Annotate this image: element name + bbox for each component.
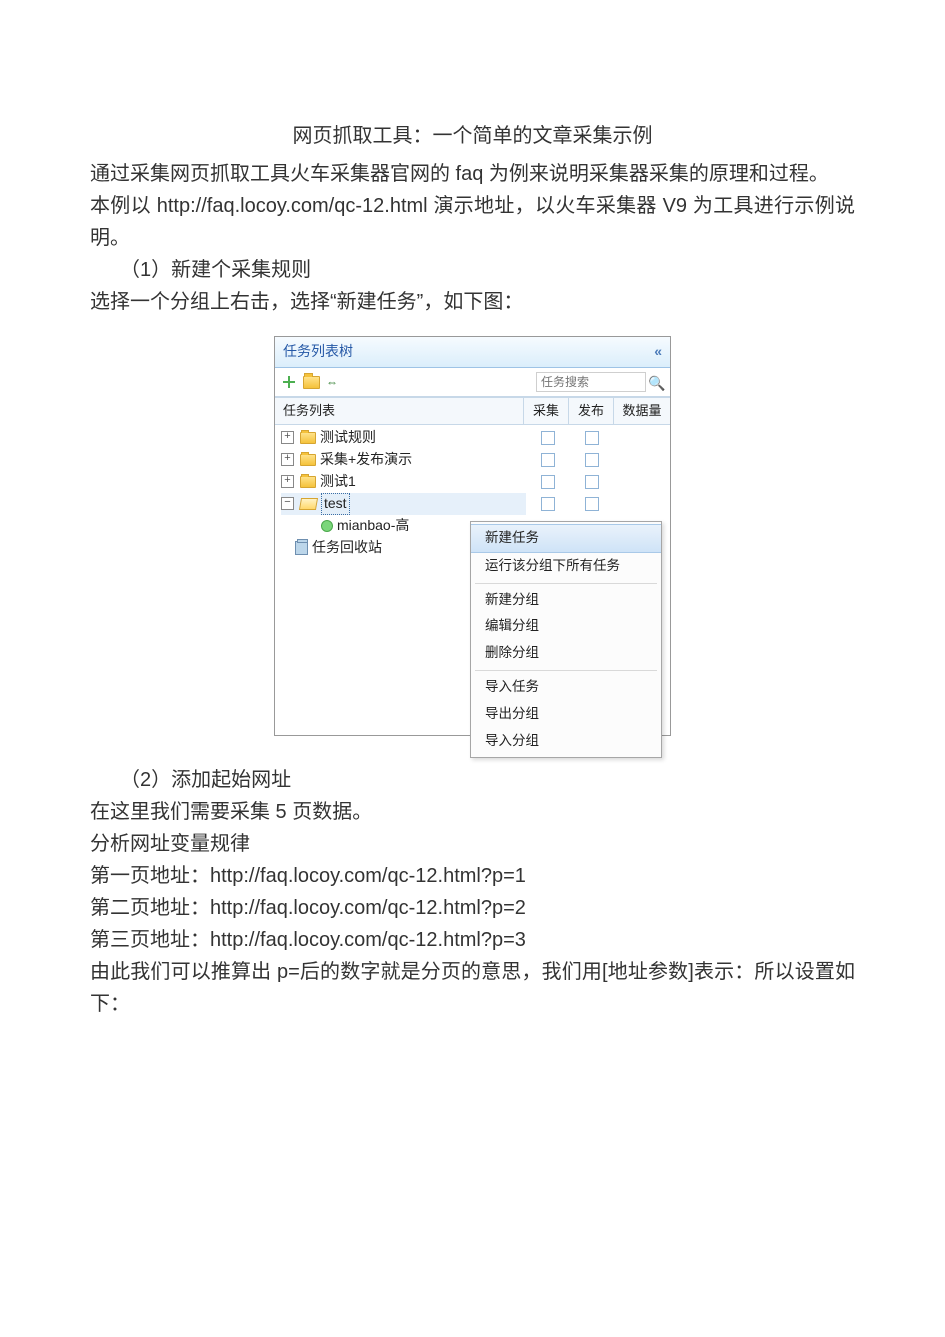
folder-icon xyxy=(300,476,316,488)
tree-node-demo[interactable]: +采集+发布演示 xyxy=(281,449,670,471)
col-caiji: 采集 xyxy=(524,398,569,424)
context-menu: 新建任务 运行该分组下所有任务 新建分组 编辑分组 删除分组 导入任务 导出分组… xyxy=(470,521,662,758)
folder-icon xyxy=(300,454,316,466)
tree-grid-header: 任务列表 采集 发布 数据量 xyxy=(275,397,670,425)
panel-title: 任务列表树 xyxy=(283,342,353,362)
search-icon[interactable]: 🔍 xyxy=(648,374,664,390)
checkbox-caiji[interactable] xyxy=(541,431,555,445)
ctx-edit-group[interactable]: 编辑分组 xyxy=(471,613,661,640)
expand-all-icon[interactable]: ⇔ xyxy=(326,376,338,388)
checkbox-caiji[interactable] xyxy=(541,453,555,467)
step-2-l5: 第三页地址：http://faq.locoy.com/qc-12.html?p=… xyxy=(90,924,855,956)
panel-header: 任务列表树 « xyxy=(275,337,670,368)
step-1-text: 选择一个分组上右击，选择“新建任务”，如下图： xyxy=(90,286,855,318)
folder-icon xyxy=(300,432,316,444)
ctx-import-group[interactable]: 导入分组 xyxy=(471,728,661,755)
ctx-delete-group[interactable]: 删除分组 xyxy=(471,640,661,667)
checkbox-fabu[interactable] xyxy=(585,497,599,511)
ctx-run-group[interactable]: 运行该分组下所有任务 xyxy=(471,553,661,580)
ctx-export-group[interactable]: 导出分组 xyxy=(471,701,661,728)
paragraph-intro-2: 本例以 http://faq.locoy.com/qc-12.html 演示地址… xyxy=(90,190,855,254)
tree-area: +测试规则 +采集+发布演示 +测试1 −test mianbao-高 xyxy=(275,425,670,735)
ctx-import-task[interactable]: 导入任务 xyxy=(471,674,661,701)
doc-title: 网页抓取工具：一个简单的文章采集示例 xyxy=(90,120,855,152)
checkbox-fabu[interactable] xyxy=(585,475,599,489)
add-icon[interactable] xyxy=(281,374,297,390)
tree-node-rules[interactable]: +测试规则 xyxy=(281,427,670,449)
task-search-input[interactable] xyxy=(536,372,646,392)
paragraph-intro-1: 通过采集网页抓取工具火车采集器官网的 faq 为例来说明采集器采集的原理和过程。 xyxy=(90,158,855,190)
ctx-new-group[interactable]: 新建分组 xyxy=(471,587,661,614)
step-2-l1: 在这里我们需要采集 5 页数据。 xyxy=(90,796,855,828)
col-task-list: 任务列表 xyxy=(275,398,524,424)
collapse-icon[interactable]: « xyxy=(654,342,662,362)
folder-open-icon xyxy=(299,498,318,510)
panel-toolbar: ⇔ 🔍 xyxy=(275,368,670,397)
step-1-heading: （1）新建个采集规则 xyxy=(90,254,855,286)
col-data: 数据量 xyxy=(614,398,670,424)
tree-node-test1[interactable]: +测试1 xyxy=(281,471,670,493)
checkbox-caiji[interactable] xyxy=(541,497,555,511)
checkbox-fabu[interactable] xyxy=(585,453,599,467)
folder-icon[interactable] xyxy=(303,376,320,389)
step-2-l3: 第一页地址：http://faq.locoy.com/qc-12.html?p=… xyxy=(90,860,855,892)
step-2-heading: （2）添加起始网址 xyxy=(90,764,855,796)
col-fabu: 发布 xyxy=(569,398,614,424)
ctx-separator xyxy=(475,583,657,584)
step-2-l6: 由此我们可以推算出 p=后的数字就是分页的意思，我们用[地址参数]表示：所以设置… xyxy=(90,956,855,1020)
task-tree-panel: 任务列表树 « ⇔ 🔍 任务列表 采集 发布 数据量 +测试规则 xyxy=(274,336,671,736)
ctx-new-task[interactable]: 新建任务 xyxy=(471,524,661,553)
step-2-l2: 分析网址变量规律 xyxy=(90,828,855,860)
ctx-separator xyxy=(475,670,657,671)
task-item-icon xyxy=(321,520,333,532)
document-page: 网页抓取工具：一个简单的文章采集示例 通过采集网页抓取工具火车采集器官网的 fa… xyxy=(0,0,945,1337)
step-2-l4: 第二页地址：http://faq.locoy.com/qc-12.html?p=… xyxy=(90,892,855,924)
checkbox-caiji[interactable] xyxy=(541,475,555,489)
tree-node-test-selected[interactable]: −test xyxy=(281,493,670,515)
trash-icon xyxy=(295,541,308,555)
checkbox-fabu[interactable] xyxy=(585,431,599,445)
